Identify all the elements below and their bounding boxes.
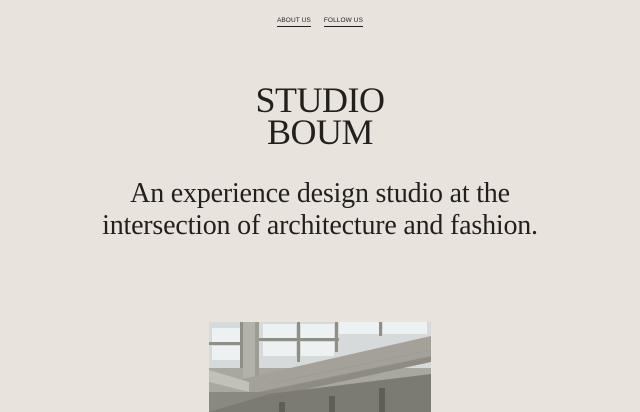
nav-link-about-us[interactable]: ABOUT US (276, 17, 311, 27)
page: ABOUT US FOLLOW US STUDIO BOUM An experi… (0, 0, 640, 412)
nav-link-follow-us[interactable]: FOLLOW US (323, 17, 364, 27)
hero-image (209, 322, 431, 412)
top-navigation: ABOUT US FOLLOW US (0, 17, 640, 27)
logo-line-2: BOUM (266, 112, 374, 152)
warehouse-interior-photo (209, 322, 431, 412)
tagline: An experience design studio at the inter… (0, 178, 640, 242)
tagline-line-2: intersection of architecture and fashion… (102, 210, 538, 241)
studio-logo[interactable]: STUDIO BOUM (0, 82, 640, 152)
tagline-line-1: An experience design studio at the (130, 178, 510, 209)
